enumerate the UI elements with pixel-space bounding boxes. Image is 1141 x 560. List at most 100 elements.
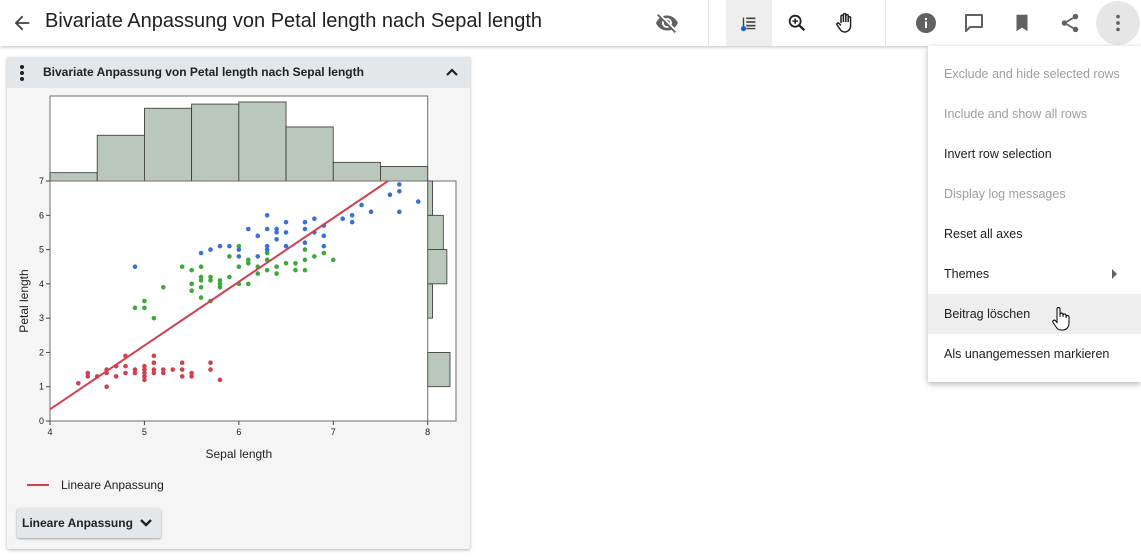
menu-item-invert-selection[interactable]: Invert row selection	[928, 134, 1141, 174]
scatter-point-versicolor	[198, 264, 204, 270]
pan-hand-icon	[836, 12, 852, 33]
scatter-point-virginica	[321, 243, 327, 249]
scatter-point-versicolor	[227, 254, 232, 259]
scatter-point-setosa	[189, 370, 194, 376]
comment-icon	[965, 14, 983, 32]
scatter-point-virginica	[349, 212, 355, 218]
fit-type-dropdown[interactable]: Lineare Anpassung	[17, 508, 161, 538]
scatter-point-virginica	[283, 219, 289, 225]
scatter-point-versicolor	[189, 281, 194, 287]
bookmark-button[interactable]	[999, 0, 1045, 46]
scatter-point-versicolor	[198, 284, 204, 290]
x-tick-label: 4	[47, 427, 52, 437]
scatter-point-versicolor	[293, 260, 298, 266]
scatter-point-virginica	[255, 254, 261, 259]
y-axis-label: Petal length	[17, 269, 31, 332]
select-rows-icon	[740, 17, 756, 32]
more-options-button[interactable]	[1096, 1, 1140, 45]
x-histogram-bar	[144, 107, 193, 182]
share-button[interactable]	[1047, 0, 1093, 46]
scatter-point-setosa	[123, 370, 128, 376]
overflow-menu: Exclude and hide selected rows Include a…	[928, 46, 1141, 382]
scatter-point-virginica	[227, 243, 232, 249]
scatter-point-setosa	[85, 370, 91, 376]
scatter-point-versicolor	[198, 295, 204, 300]
zoom-button[interactable]	[774, 0, 820, 46]
pan-button[interactable]	[822, 0, 868, 46]
x-histogram-bar	[285, 126, 334, 182]
menu-item-exclude-hide[interactable]: Exclude and hide selected rows	[928, 54, 1141, 94]
plot-area	[49, 180, 457, 422]
scatter-point-virginica	[415, 199, 421, 204]
scatter-point-versicolor	[236, 264, 242, 270]
x-histogram-bar	[96, 134, 145, 182]
comment-button[interactable]	[951, 0, 997, 46]
y-tick-label: 2	[39, 347, 44, 357]
scatter-point-virginica	[302, 240, 308, 246]
scatter-point-virginica	[397, 209, 402, 215]
chevron-down-icon	[140, 519, 152, 527]
info-button[interactable]	[903, 0, 949, 46]
scatter-point-versicolor	[217, 278, 223, 283]
menu-item-display-log[interactable]: Display log messages	[928, 174, 1141, 214]
bivariate-plot[interactable]: 4 5 6 7 8 0 1 2 3 4 5 6 7 Sepal length Petal length	[7, 57, 470, 477]
scatter-point-setosa	[208, 360, 213, 366]
y-tick-label: 6	[39, 210, 44, 220]
y-tick-label: 5	[39, 245, 44, 255]
scatter-point-setosa	[151, 360, 157, 366]
scatter-point-setosa	[142, 363, 147, 369]
y-tick-label: 7	[39, 176, 44, 186]
menu-item-include-show[interactable]: Include and show all rows	[928, 94, 1141, 134]
y-histogram-bar	[427, 249, 448, 285]
legend-label: Lineare Anpassung	[61, 478, 164, 492]
x-axis-label: Sepal length	[205, 447, 272, 461]
menu-item-themes[interactable]: Themes	[928, 254, 1141, 294]
top-app-bar: Bivariate Anpassung von Petal length nac…	[0, 0, 1141, 46]
scatter-point-setosa	[151, 353, 157, 359]
scatter-point-setosa	[113, 374, 119, 379]
y-histogram-bar	[427, 283, 433, 319]
scatter-point-versicolor	[132, 305, 138, 311]
scatter-point-versicolor	[302, 267, 308, 273]
scatter-point-virginica	[198, 250, 204, 256]
zoom-icon	[788, 14, 806, 32]
scatter-point-setosa	[179, 367, 185, 372]
scatter-point-setosa	[123, 363, 128, 369]
scatter-point-versicolor	[245, 257, 251, 263]
hide-button[interactable]	[644, 0, 690, 46]
y-tick-label: 3	[39, 313, 44, 323]
scatter-point-versicolor	[189, 267, 194, 273]
menu-item-delete-post[interactable]: Beitrag löschen	[928, 294, 1141, 334]
scatter-point-versicolor	[283, 260, 289, 266]
scatter-point-setosa	[217, 377, 223, 383]
x-tick-label: 8	[425, 427, 430, 437]
y-histogram-bar	[427, 180, 433, 216]
scatter-point-versicolor	[264, 267, 270, 273]
menu-item-reset-axes[interactable]: Reset all axes	[928, 214, 1141, 254]
submenu-arrow-icon	[1112, 269, 1117, 279]
x-histogram	[49, 95, 429, 182]
scatter-point-versicolor	[142, 305, 147, 311]
scatter-point-virginica	[302, 219, 308, 225]
scatter-point-virginica	[274, 226, 279, 232]
x-histogram-bar	[380, 166, 429, 182]
y-tick-label: 4	[39, 279, 44, 289]
scatter-point-versicolor	[302, 247, 308, 252]
y-histogram-bar	[427, 214, 444, 250]
scatter-point-versicolor	[293, 267, 298, 273]
scatter-point-virginica	[283, 230, 289, 235]
back-button[interactable]	[8, 9, 36, 37]
legend-swatch-fit-line	[27, 484, 49, 486]
more-vert-icon	[1116, 14, 1120, 32]
y-tick-label: 1	[39, 382, 44, 392]
scatter-point-setosa	[161, 367, 166, 372]
visibility-off-icon	[656, 14, 678, 33]
hand-cursor-icon	[1052, 307, 1070, 331]
scatter-point-virginica	[217, 243, 223, 249]
legend: Lineare Anpassung	[27, 478, 164, 492]
scatter-point-setosa	[179, 360, 185, 366]
scatter-point-virginica	[274, 236, 279, 242]
scatter-point-virginica	[321, 233, 327, 239]
select-rows-button[interactable]	[726, 0, 772, 46]
menu-item-report[interactable]: Als unangemessen markieren	[928, 334, 1141, 374]
